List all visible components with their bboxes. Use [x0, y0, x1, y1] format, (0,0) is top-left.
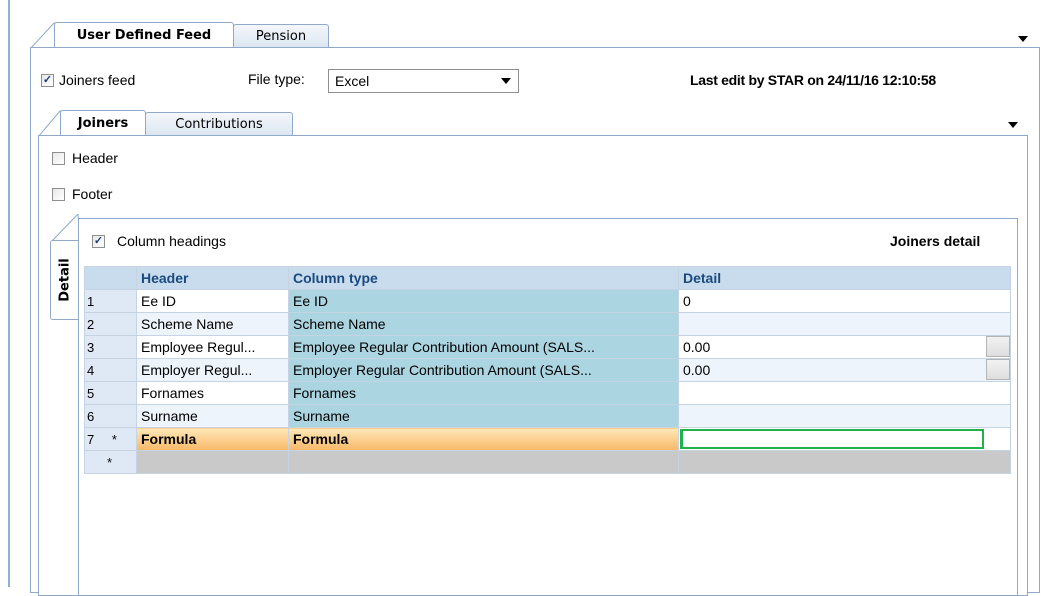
chevron-down-icon	[501, 78, 511, 84]
column-type-cell[interactable]: Employee Regular Contribution Amount (SA…	[288, 335, 679, 359]
joiners-feed-label: Joiners feed	[59, 72, 136, 88]
detail-cell[interactable]	[678, 381, 1011, 405]
joiners-feed-checkbox[interactable]: ✓	[41, 74, 54, 87]
detail-edit-input[interactable]	[680, 429, 984, 449]
column-type-cell[interactable]	[288, 450, 679, 474]
column-headings-label: Column headings	[117, 233, 226, 249]
file-type-select[interactable]: Excel	[328, 69, 519, 93]
header-checkbox[interactable]	[52, 152, 65, 165]
row-number[interactable]: 2	[84, 312, 137, 336]
detail-edit-button[interactable]	[986, 336, 1010, 357]
tab-user-defined-feed[interactable]: User Defined Feed	[54, 22, 234, 48]
detail-value: 0.00	[683, 362, 711, 378]
joiners-detail-grid: Header Column type Detail 1 Ee ID Ee ID …	[84, 266, 1011, 474]
header-cell[interactable]: Fornames	[136, 381, 289, 405]
column-header-column-type[interactable]: Column type	[288, 266, 679, 290]
tab-detail[interactable]: Detail	[50, 240, 79, 320]
header-label: Header	[72, 150, 118, 166]
detail-cell[interactable]	[678, 404, 1011, 428]
file-type-value: Excel	[335, 73, 370, 89]
window-border	[0, 0, 12, 587]
column-type-cell[interactable]: Ee ID	[288, 289, 679, 313]
column-type-cell[interactable]: Scheme Name	[288, 312, 679, 336]
tab-overflow-chevron-down-icon[interactable]	[1018, 36, 1028, 42]
detail-cell[interactable]	[678, 450, 1011, 474]
row-number[interactable]: 1	[84, 289, 137, 313]
check-icon: ✓	[42, 74, 53, 86]
editing-row-icon: *	[111, 431, 117, 447]
detail-cell[interactable]	[678, 312, 1011, 336]
detail-cell[interactable]	[678, 427, 1011, 451]
tab-joiners[interactable]: Joiners	[60, 110, 146, 136]
detail-cell[interactable]: 0.00	[678, 358, 1011, 382]
header-cell[interactable]: Employer Regul...	[136, 358, 289, 382]
row-header-corner	[84, 266, 137, 290]
footer-checkbox[interactable]	[52, 188, 65, 201]
table-row[interactable]: 2 Scheme Name Scheme Name	[84, 312, 1011, 336]
new-row-icon[interactable]: *	[84, 450, 137, 474]
check-icon: ✓	[93, 235, 104, 247]
column-type-cell[interactable]: Employer Regular Contribution Amount (SA…	[288, 358, 679, 382]
table-row[interactable]: 5 Fornames Fornames	[84, 381, 1011, 405]
header-cell[interactable]	[136, 450, 289, 474]
header-cell[interactable]: Ee ID	[136, 289, 289, 313]
detail-value: 0.00	[683, 339, 711, 355]
detail-cell[interactable]: 0.00	[678, 335, 1011, 359]
row-number[interactable]: 4	[84, 358, 137, 382]
column-headings-checkbox[interactable]: ✓	[92, 235, 105, 248]
column-type-cell[interactable]: Surname	[288, 404, 679, 428]
detail-edit-button[interactable]	[986, 359, 1010, 380]
table-row[interactable]: 3 Employee Regul... Employee Regular Con…	[84, 335, 1011, 359]
joiners-detail-title: Joiners detail	[890, 233, 981, 249]
column-type-cell[interactable]: Formula	[288, 427, 679, 451]
row-number[interactable]: 7 *	[84, 427, 137, 451]
subtab-overflow-chevron-down-icon[interactable]	[1008, 122, 1018, 128]
table-row-new[interactable]: *	[84, 450, 1011, 474]
header-cell[interactable]: Scheme Name	[136, 312, 289, 336]
footer-label: Footer	[72, 186, 113, 202]
tab-contributions[interactable]: Contributions	[145, 112, 293, 136]
detail-cell[interactable]: 0	[678, 289, 1011, 313]
row-number[interactable]: 3	[84, 335, 137, 359]
header-cell[interactable]: Employee Regul...	[136, 335, 289, 359]
column-header-header[interactable]: Header	[136, 266, 289, 290]
row-number-text: 7	[87, 431, 95, 447]
table-row[interactable]: 4 Employer Regul... Employer Regular Con…	[84, 358, 1011, 382]
tab-pension[interactable]: Pension	[233, 24, 329, 48]
last-edit-text: Last edit by STAR on 24/11/16 12:10:58	[690, 72, 936, 88]
header-cell[interactable]: Formula	[136, 427, 289, 451]
column-header-detail[interactable]: Detail	[678, 266, 1011, 290]
column-type-cell[interactable]: Fornames	[288, 381, 679, 405]
table-row[interactable]: 1 Ee ID Ee ID 0	[84, 289, 1011, 313]
header-cell[interactable]: Surname	[136, 404, 289, 428]
table-row[interactable]: 6 Surname Surname	[84, 404, 1011, 428]
table-row-selected[interactable]: 7 * Formula Formula	[84, 427, 1011, 451]
detail-tab-label: Detail	[57, 258, 73, 302]
row-number[interactable]: 5	[84, 381, 137, 405]
row-number[interactable]: 6	[84, 404, 137, 428]
file-type-label: File type:	[248, 71, 305, 87]
